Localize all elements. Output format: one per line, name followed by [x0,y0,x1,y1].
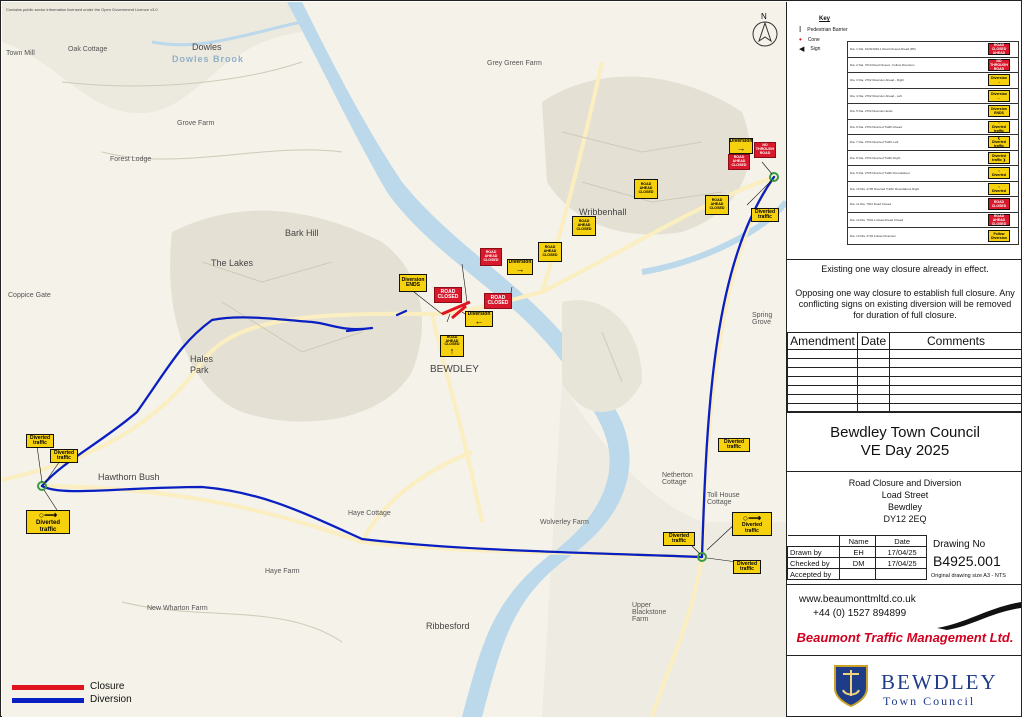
drawing-sheet: Contains public sector information licen… [0,0,1022,717]
place-grove-farm: Grove Farm [177,120,215,127]
place-dowles: Dowles [192,42,222,52]
sign-road-ahead-closed-5: ROAD AHEAD CLOSED [705,195,729,215]
sign-road-ahead-closed-2: ROAD AHEAD CLOSED [538,242,562,262]
closure-swatch [12,685,84,690]
sign-diverted-traffic-w1: Diverted traffic [26,434,54,448]
place-grey-green-farm: Grey Green Farm [487,60,542,67]
sign-diverted-traffic-right: Diverted traffic [733,560,761,574]
sign-road-closed-2: ROAD CLOSED [484,293,512,309]
sign-diverted-traffic-w2: Diverted traffic [50,449,78,463]
place-oak-cottage: Oak Cottage [68,46,108,53]
sign-no-through-road: NO THROUGH ROAD [754,142,776,158]
place-forest-lodge: Forest Lodge [110,156,152,163]
legend-closure-label: Closure [90,681,125,692]
sign-roundabout-west: ○⟶ Diverted traffic [26,510,70,534]
north-label: N [761,12,767,21]
place-wolverley: Wolverley Farm [540,519,589,526]
sign-road-closed-3: ROAD AHEAD CLOSED [480,248,502,266]
sign-road-ahead-closed-4: ROAD AHEAD CLOSED [634,179,658,199]
title-panel: Key I Pedestrian Barrier • Cone ◀ Sign Dia.… [786,2,1022,717]
place-ribbesford: Ribbesford [426,621,470,631]
map-area: Contains public sector information licen… [2,2,786,717]
council-name: BEWDLEY [881,670,998,694]
place-spring-grove: Spring Grove [752,312,773,326]
place-coppice-gate: Coppice Gate [8,292,51,299]
sign-diversion-right: Diversion → [507,258,533,275]
place-new-wharton: New Wharton Farm [147,605,208,612]
company-bottom [787,2,1022,656]
place-toll-house: Toll House Cottage [707,492,740,506]
licence-text: Contains public sector information licen… [6,7,158,12]
place-town-mill: Town Mill [6,50,35,57]
legend-diversion-label: Diversion [90,694,132,705]
place-upper-blackstone: Upper Blackstone Farm [632,602,667,623]
place-netherton: Netherton Cottage [662,472,693,486]
map-legend: Closure Diversion [12,681,152,711]
sign-road-ahead-closed-3: ROAD AHEAD CLOSED [572,216,596,236]
place-bewdley: BEWDLEY [430,364,479,375]
sign-diverted-traffic-left: Diverted traffic [663,532,695,546]
council-sub: Town Council [883,694,976,708]
place-haye-farm: Haye Farm [265,568,300,575]
sign-road-ahead-closed-1: ROAD AHEAD CLOSED ↑ [440,335,464,357]
sign-diversion-left: Diversion ← [465,311,493,327]
place-the-lakes: The Lakes [211,258,254,268]
sign-diverted-traffic-ahead: Diverted traffic [718,438,750,452]
place-bark-hill: Bark Hill [285,228,319,238]
council-crest-icon [834,665,868,708]
sign-roundabout-south: ○⟶ Diverted traffic [732,512,772,536]
sign-diversion-ends: Diversion ENDS [399,274,427,292]
place-hales-park: Hales Park [190,354,214,375]
sign-road-closed-1: ROAD CLOSED [434,287,462,303]
place-haye-cottage: Haye Cottage [348,510,391,517]
diversion-swatch [12,698,84,703]
sign-road-ahead-closed-east: ROAD AHEAD CLOSED [728,154,750,170]
sign-diverted-traffic-e: Diverted traffic [751,208,779,222]
place-dowles-brook: Dowles Brook [172,54,245,64]
place-hawthorn-bush: Hawthorn Bush [98,472,160,482]
sign-diversion-east: Diversion → [729,137,753,154]
